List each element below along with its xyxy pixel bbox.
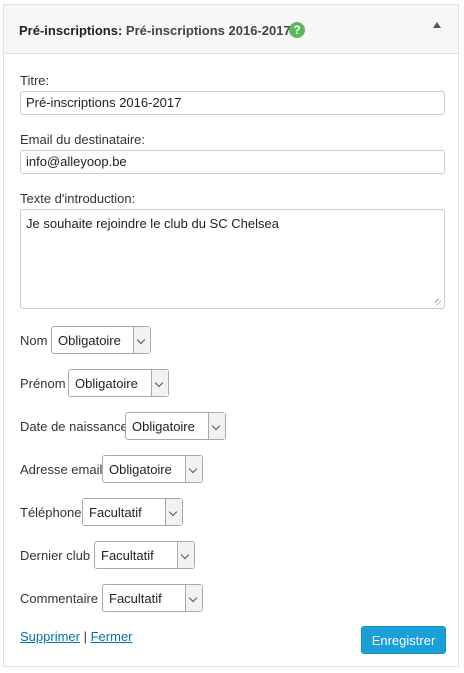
chevron-down-icon [133, 327, 150, 353]
close-link[interactable]: Fermer [91, 629, 133, 644]
field-select-value: Obligatoire [75, 375, 138, 391]
field-label-nom: Nom [20, 333, 48, 348]
field-label-adresse-email: Adresse email [20, 462, 103, 477]
widget-title-name: Pré-inscriptions 2016-2017 [125, 23, 291, 38]
field-select-date-naissance[interactable]: Obligatoire [125, 412, 226, 440]
save-button[interactable]: Enregistrer [361, 626, 446, 654]
resize-grip-icon[interactable] [435, 299, 441, 305]
chevron-down-icon [185, 585, 202, 611]
field-select-value: Obligatoire [58, 332, 121, 348]
intro-text: Je souhaite rejoindre le club du SC Chel… [26, 216, 279, 231]
field-label-dernier-club: Dernier club [20, 548, 91, 563]
field-label-telephone: Téléphone [20, 505, 82, 520]
link-separator: | [83, 629, 87, 644]
widget-title-prefix: Pré-inscriptions: [19, 23, 123, 38]
chevron-down-icon [151, 370, 168, 396]
chevron-down-icon [165, 499, 182, 525]
intro-label: Texte d'introduction: [20, 191, 136, 206]
field-label-commentaire: Commentaire [20, 591, 99, 606]
widget-title: Pré-inscriptions: Pré-inscriptions 2016-… [19, 23, 291, 38]
widget-panel: Pré-inscriptions: Pré-inscriptions 2016-… [3, 4, 459, 667]
field-select-value: Facultatif [101, 547, 154, 563]
field-select-value: Obligatoire [109, 461, 172, 477]
field-select-nom[interactable]: Obligatoire [51, 326, 151, 354]
title-label: Titre: [20, 73, 50, 88]
email-input[interactable]: info@alleyoop.be [20, 150, 445, 174]
field-select-value: Facultatif [109, 590, 162, 606]
widget-header[interactable]: Pré-inscriptions: Pré-inscriptions 2016-… [4, 5, 458, 54]
footer-links: Supprimer | Fermer [20, 629, 133, 644]
field-select-commentaire[interactable]: Facultatif [102, 584, 203, 612]
field-select-telephone[interactable]: Facultatif [82, 498, 183, 526]
field-select-value: Obligatoire [132, 418, 195, 434]
intro-textarea[interactable]: Je souhaite rejoindre le club du SC Chel… [20, 209, 445, 309]
field-select-dernier-club[interactable]: Facultatif [94, 541, 195, 569]
delete-link[interactable]: Supprimer [20, 629, 80, 644]
email-label: Email du destinataire: [20, 132, 146, 147]
collapse-icon[interactable] [433, 22, 441, 28]
field-select-value: Facultatif [89, 504, 142, 520]
chevron-down-icon [185, 456, 202, 482]
field-label-date-naissance: Date de naissance [20, 419, 128, 434]
field-select-adresse-email[interactable]: Obligatoire [102, 455, 203, 483]
chevron-down-icon [208, 413, 225, 439]
field-label-prenom: Prénom [20, 376, 66, 391]
field-select-prenom[interactable]: Obligatoire [68, 369, 169, 397]
chevron-down-icon [177, 542, 194, 568]
title-input[interactable]: Pré-inscriptions 2016-2017 [20, 91, 445, 115]
help-icon[interactable]: ? [289, 22, 305, 38]
